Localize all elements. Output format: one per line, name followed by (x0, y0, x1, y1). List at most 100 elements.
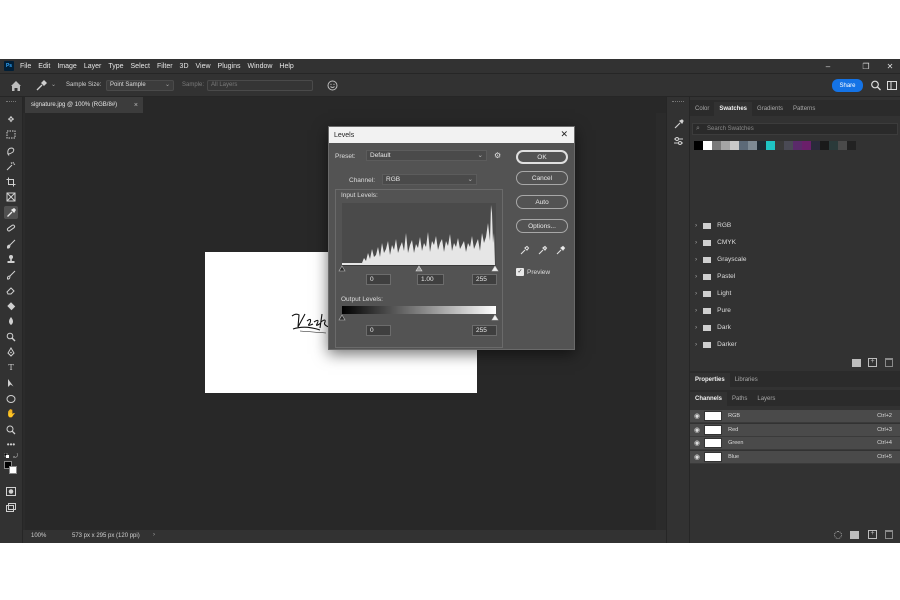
color-swatch[interactable] (748, 141, 757, 150)
healing-brush-tool-icon[interactable] (4, 221, 18, 234)
color-swatch[interactable] (721, 141, 730, 150)
output-black-field[interactable]: 0 (366, 325, 391, 336)
swatch-folder-pastel[interactable]: › Pastel (690, 268, 900, 285)
tab-paths[interactable]: Paths (727, 396, 752, 406)
color-swatch[interactable] (703, 141, 712, 150)
channel-row-blue[interactable]: ◉ Blue Ctrl+5 (690, 451, 900, 464)
color-swatch[interactable] (811, 141, 820, 150)
pen-tool-icon[interactable] (4, 345, 18, 358)
crop-tool-icon[interactable] (4, 175, 18, 188)
channel-row-rgb[interactable]: ◉ RGB Ctrl+2 (690, 410, 900, 423)
new-group-icon[interactable] (852, 359, 861, 367)
document-info[interactable]: 573 px x 295 px (120 ppi) (72, 533, 140, 539)
color-swatch[interactable] (784, 141, 793, 150)
toolbar-grip[interactable] (6, 101, 16, 104)
color-swatch[interactable] (820, 141, 829, 150)
menu-view[interactable]: View (196, 63, 211, 70)
tab-color[interactable]: Color (690, 106, 714, 116)
menu-window[interactable]: Window (248, 63, 273, 70)
smiley-icon[interactable] (326, 79, 339, 92)
menu-3d[interactable]: 3D (180, 63, 189, 70)
color-swatch[interactable] (802, 141, 811, 150)
tab-layers[interactable]: Layers (752, 396, 780, 406)
swatch-folder-darker[interactable]: › Darker (690, 336, 900, 353)
marquee-tool-icon[interactable] (4, 128, 18, 141)
color-swatch[interactable] (694, 141, 703, 150)
save-selection-icon[interactable] (850, 531, 859, 539)
cancel-button[interactable]: Cancel (516, 171, 568, 185)
close-icon[interactable]: ✕ (560, 129, 568, 140)
workspace-icon[interactable] (886, 79, 898, 92)
clone-stamp-tool-icon[interactable] (4, 252, 18, 265)
hand-tool-icon[interactable]: ✋ (4, 407, 18, 420)
zoom-level[interactable]: 100% (31, 533, 46, 539)
swatch-folder-cmyk[interactable]: › CMYK (690, 234, 900, 251)
menu-filter[interactable]: Filter (157, 63, 173, 70)
quick-mask-icon[interactable] (4, 485, 18, 498)
history-panel-icon[interactable] (672, 118, 685, 131)
screen-mode-icon[interactable] (4, 501, 18, 514)
options-button[interactable]: Options... (516, 219, 568, 233)
info-panel-icon[interactable] (672, 135, 685, 148)
eyedropper-tool-preset-icon[interactable] (34, 79, 48, 92)
menu-edit[interactable]: Edit (38, 63, 50, 70)
color-swatch[interactable] (730, 141, 739, 150)
document-tab[interactable]: signature.jpg @ 100% (RGB/8#) × (25, 97, 143, 113)
menu-help[interactable]: Help (279, 63, 293, 70)
color-swatch[interactable] (793, 141, 802, 150)
load-channel-selection-icon[interactable] (834, 531, 842, 539)
ok-button[interactable]: OK (516, 150, 568, 164)
minimize-icon[interactable]: – (818, 59, 838, 73)
share-button[interactable]: Share (832, 79, 863, 92)
output-white-field[interactable]: 255 (472, 325, 497, 336)
move-tool-icon[interactable]: ✥ (4, 113, 18, 126)
color-swatch[interactable] (766, 141, 775, 150)
default-colors-icon[interactable] (3, 452, 9, 458)
tab-channels[interactable]: Channels (690, 392, 728, 406)
swatch-folder-dark[interactable]: › Dark (690, 319, 900, 336)
chevron-down-icon[interactable]: ⌄ (51, 81, 56, 88)
eyedropper-tool-icon[interactable] (4, 206, 18, 219)
color-swatch[interactable] (757, 141, 766, 150)
frame-tool-icon[interactable] (4, 190, 18, 203)
brush-tool-icon[interactable] (4, 237, 18, 250)
panel-grip[interactable] (672, 101, 684, 104)
more-tools-icon[interactable]: ••• (4, 438, 18, 451)
zoom-tool-icon[interactable] (4, 423, 18, 436)
delete-channel-icon[interactable] (885, 530, 893, 539)
menu-type[interactable]: Type (108, 63, 123, 70)
close-tab-icon[interactable]: × (134, 102, 138, 109)
path-selection-tool-icon[interactable] (4, 376, 18, 389)
search-icon[interactable] (870, 79, 882, 92)
menu-layer[interactable]: Layer (84, 63, 102, 70)
tab-properties[interactable]: Properties (690, 373, 730, 387)
gray-point-eyedropper-icon[interactable] (537, 245, 548, 256)
input-white-field[interactable]: 255 (472, 274, 497, 285)
tab-swatches[interactable]: Swatches (714, 102, 753, 116)
lasso-tool-icon[interactable] (4, 144, 18, 157)
eraser-tool-icon[interactable] (4, 283, 18, 296)
menu-select[interactable]: Select (131, 63, 150, 70)
sample-size-select[interactable]: Point Sample ⌄ (106, 80, 174, 91)
eye-icon[interactable]: ◉ (694, 412, 700, 420)
tab-libraries[interactable]: Libraries (730, 377, 763, 387)
eye-icon[interactable]: ◉ (694, 453, 700, 461)
delete-swatch-icon[interactable] (885, 358, 893, 367)
eye-icon[interactable]: ◉ (694, 439, 700, 447)
color-swatch[interactable] (829, 141, 838, 150)
history-brush-tool-icon[interactable] (4, 268, 18, 281)
ellipse-tool-icon[interactable] (4, 392, 18, 405)
swatch-folder-light[interactable]: › Light (690, 285, 900, 302)
new-swatch-icon[interactable]: + (868, 358, 877, 367)
color-swatch[interactable] (739, 141, 748, 150)
preset-options-gear-icon[interactable]: ⚙ (494, 151, 506, 161)
black-point-eyedropper-icon[interactable] (519, 245, 530, 256)
tab-patterns[interactable]: Patterns (788, 106, 820, 116)
menu-plugins[interactable]: Plugins (218, 63, 241, 70)
eye-icon[interactable]: ◉ (694, 426, 700, 434)
channel-row-green[interactable]: ◉ Green Ctrl+4 (690, 437, 900, 450)
swatch-search-field[interactable]: ⌕ Search Swatches (692, 123, 898, 135)
channel-row-red[interactable]: ◉ Red Ctrl+3 (690, 424, 900, 437)
output-slider[interactable] (338, 314, 500, 321)
levels-dialog-titlebar[interactable]: Levels ✕ (329, 127, 574, 143)
